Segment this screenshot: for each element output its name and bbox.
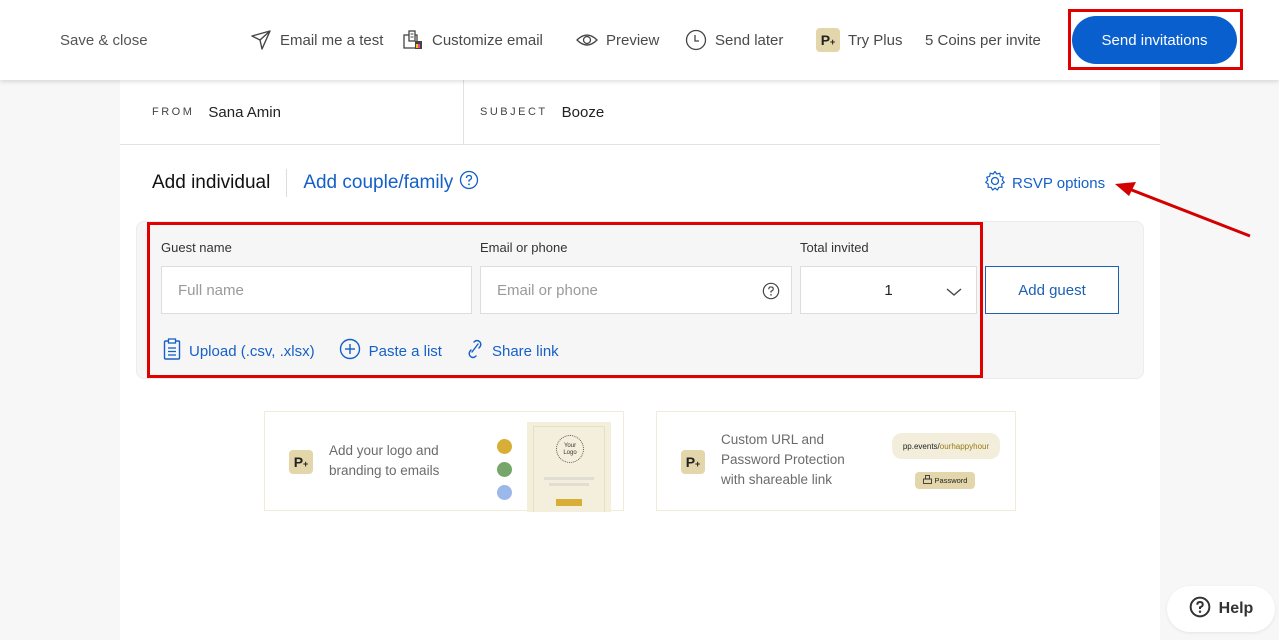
guest-name-input[interactable] (178, 281, 471, 299)
send-later-button[interactable]: Send later (685, 0, 783, 80)
help-button[interactable]: Help (1167, 586, 1275, 632)
from-subject-bar: FROM Sana Amin SUBJECT Booze (120, 80, 1160, 145)
clock-icon (685, 29, 707, 51)
customize-email-icon (402, 29, 424, 51)
guest-name-label: Guest name (161, 240, 232, 255)
from-value: Sana Amin (208, 103, 281, 121)
eye-icon (576, 32, 598, 48)
plus-badge-icon: P + (681, 450, 705, 474)
tab-add-couple-family[interactable]: Add couple/family (287, 170, 479, 196)
promo-logo-text: Add your logo and branding to emails (329, 443, 440, 478)
color-swatch-yellow (497, 439, 512, 454)
add-guest-button[interactable]: Add guest (985, 266, 1119, 314)
color-swatch-blue (497, 485, 512, 500)
save-close-label: Save & close (60, 31, 148, 49)
help-circle-icon[interactable] (459, 170, 479, 196)
main-panel: FROM Sana Amin SUBJECT Booze Add individ… (120, 80, 1160, 640)
save-close-button[interactable]: Save & close (60, 0, 148, 80)
add-guest-form: Guest name Email or phone Total invited … (136, 221, 1144, 379)
subject-label: SUBJECT (480, 106, 548, 118)
preview-label: Preview (606, 31, 660, 49)
email-logo-illustration: Your Logo (527, 422, 611, 512)
rsvp-options-label: RSVP options (1012, 174, 1106, 192)
email-test-button[interactable]: Email me a test (250, 0, 383, 80)
plus-badge-icon: P + (816, 28, 840, 52)
paste-list-label: Paste a list (368, 342, 442, 360)
chevron-down-icon (946, 284, 962, 301)
plus-circle-icon (339, 338, 361, 364)
send-invitations-button[interactable]: Send invitations (1072, 16, 1237, 64)
try-plus-label: Try Plus (848, 31, 903, 49)
share-link-button[interactable]: Share link (466, 339, 559, 363)
link-icon (466, 339, 484, 363)
guest-name-field[interactable] (161, 266, 472, 314)
send-icon (250, 30, 272, 50)
password-badge: Password (915, 472, 975, 489)
rsvp-options-link[interactable]: RSVP options (984, 170, 1105, 196)
help-circle-icon (1189, 596, 1211, 623)
clipboard-icon (163, 338, 181, 364)
paste-list-button[interactable]: Paste a list (339, 338, 442, 364)
customize-email-label: Customize email (432, 31, 543, 49)
guest-type-tabs: Add individual Add couple/family (152, 168, 479, 198)
preview-button[interactable]: Preview (576, 0, 659, 80)
subject-field[interactable]: SUBJECT Booze (463, 80, 604, 144)
upload-label: Upload (.csv, .xlsx) (189, 342, 315, 360)
email-phone-field[interactable] (480, 266, 792, 314)
custom-url-example: pp.events/ourhappyhour (892, 433, 1000, 459)
send-later-label: Send later (715, 31, 784, 49)
upload-file-button[interactable]: Upload (.csv, .xlsx) (163, 338, 315, 364)
total-invited-select[interactable]: 1 (800, 266, 977, 314)
coins-label: 5 Coins per invite (925, 31, 1041, 49)
email-phone-label: Email or phone (480, 240, 568, 255)
email-phone-input[interactable] (497, 281, 791, 299)
promo-url-text: Custom URL and Password Protection with … (721, 432, 845, 487)
share-link-label: Share link (491, 342, 559, 360)
plus-badge-icon: P + (289, 450, 313, 474)
total-invited-label: Total invited (800, 240, 869, 255)
lock-icon (922, 475, 932, 486)
subject-value: Booze (561, 103, 605, 121)
help-label: Help (1218, 600, 1254, 617)
from-field: FROM Sana Amin (152, 80, 281, 144)
coins-per-invite: 5 Coins per invite (925, 0, 1041, 80)
tab-add-individual[interactable]: Add individual (152, 169, 288, 197)
help-circle-icon[interactable] (762, 282, 780, 304)
bulk-add-actions: Upload (.csv, .xlsx) Paste a list Share … (163, 338, 559, 364)
try-plus-button[interactable]: P + Try Plus (816, 0, 902, 80)
gear-icon (984, 170, 1006, 196)
customize-email-button[interactable]: Customize email (402, 0, 543, 80)
logo-placeholder: Your Logo (556, 435, 584, 463)
color-swatch-green (497, 462, 512, 477)
add-couple-family-label: Add couple/family (303, 172, 454, 193)
total-invited-value: 1 (884, 281, 893, 299)
promo-logo-branding[interactable]: P + Add your logo and branding to emails … (264, 411, 624, 512)
email-test-label: Email me a test (280, 31, 384, 49)
from-label: FROM (152, 106, 195, 118)
promo-custom-url[interactable]: P + Custom URL and Password Protection wi… (656, 411, 1016, 511)
